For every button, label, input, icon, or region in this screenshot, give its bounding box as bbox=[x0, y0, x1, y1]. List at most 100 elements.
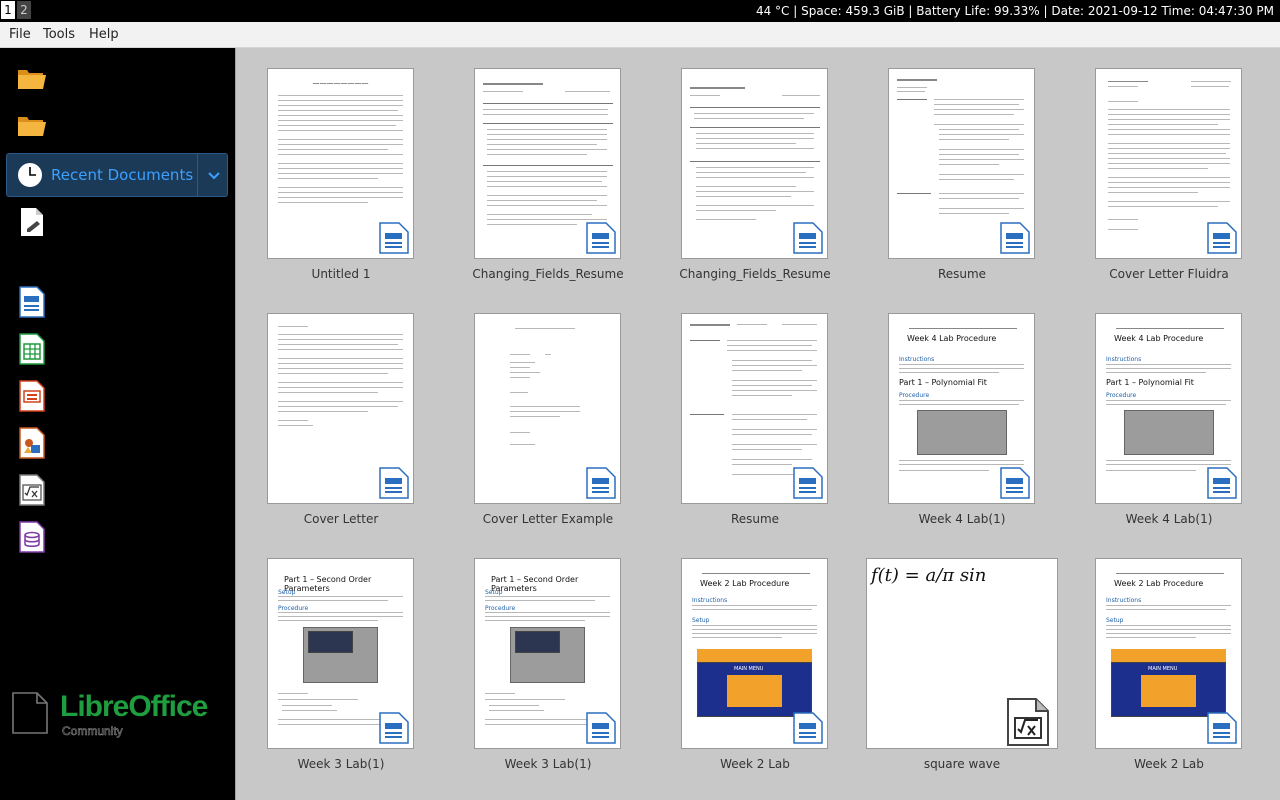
menu-help[interactable]: Help bbox=[89, 26, 119, 44]
document-name: Cover Letter Fluidra bbox=[1109, 267, 1229, 281]
document-name: Changing_Fields_Resume bbox=[472, 267, 624, 281]
base-database-button[interactable] bbox=[8, 515, 56, 559]
recent-document-tile[interactable]: Week 4 Lab Procedure Instructions Part 1… bbox=[1069, 293, 1269, 526]
recent-document-tile[interactable]: Week 2 Lab Procedure Instructions Setup … bbox=[1069, 538, 1269, 771]
document-name: Cover Letter bbox=[303, 512, 379, 526]
recent-document-tile[interactable]: ———————— Untitled 1 bbox=[241, 48, 441, 281]
document-thumbnail bbox=[474, 68, 621, 259]
recent-documents-button[interactable]: Recent Documents bbox=[6, 153, 228, 197]
templates-icon bbox=[21, 208, 43, 236]
logo-wordmark: LibreOffice bbox=[60, 690, 208, 723]
document-name: Untitled 1 bbox=[311, 267, 371, 281]
math-icon bbox=[19, 474, 45, 506]
math-formula-button[interactable] bbox=[8, 468, 56, 512]
system-status-text: 44 °C | Space: 459.3 GiB | Battery Life:… bbox=[755, 4, 1274, 18]
writer-badge-icon bbox=[379, 467, 409, 499]
thumb-heading: Part 1 – Second Order Parameters bbox=[491, 575, 579, 593]
thumb-subheading: Part 1 – Polynomial Fit bbox=[1106, 378, 1194, 387]
thumb-menu-text: MAIN MENU bbox=[1148, 666, 1178, 672]
document-name: Cover Letter Example bbox=[482, 512, 614, 526]
recent-documents-grid: ———————— Untitled 1 Changing_Fields_Resu… bbox=[235, 48, 1280, 800]
recent-document-tile[interactable]: Changing_Fields_Resume bbox=[448, 48, 648, 281]
recent-document-tile[interactable]: Changing_Fields_Resume bbox=[655, 48, 855, 281]
document-name: Week 4 Lab(1) bbox=[918, 512, 1006, 526]
writer-badge-icon bbox=[586, 467, 616, 499]
logo-document-icon bbox=[12, 692, 48, 734]
system-status-bar: 1 2 44 °C | Space: 459.3 GiB | Battery L… bbox=[0, 0, 1280, 22]
writer-badge-icon bbox=[379, 222, 409, 254]
writer-badge-icon bbox=[793, 712, 823, 744]
document-thumbnail: Week 4 Lab Procedure Instructions Part 1… bbox=[888, 313, 1035, 504]
document-name: square wave bbox=[923, 757, 1001, 771]
recent-document-tile[interactable]: Cover Letter Fluidra bbox=[1069, 48, 1269, 281]
document-thumbnail bbox=[1095, 68, 1242, 259]
menu-tools[interactable]: Tools bbox=[43, 26, 75, 44]
document-thumbnail: f(t) = a/π sin bbox=[866, 558, 1058, 749]
workspace-1[interactable]: 1 bbox=[1, 1, 15, 19]
writer-badge-icon bbox=[1000, 222, 1030, 254]
calc-spreadsheet-button[interactable] bbox=[8, 327, 56, 371]
recent-document-tile[interactable]: f(t) = a/π sin square wave bbox=[866, 538, 1066, 771]
document-thumbnail bbox=[681, 68, 828, 259]
recent-document-tile[interactable]: Resume bbox=[655, 293, 855, 526]
writer-badge-icon bbox=[793, 222, 823, 254]
writer-badge-icon bbox=[1207, 222, 1237, 254]
document-name: Resume bbox=[937, 267, 987, 281]
writer-badge-icon bbox=[379, 712, 409, 744]
start-center-sidebar: Recent Documents LibreOffice Community bbox=[0, 48, 235, 800]
math-formula-preview: f(t) = a/π sin bbox=[871, 565, 987, 586]
recent-documents-label: Recent Documents bbox=[51, 166, 194, 184]
recent-document-tile[interactable]: Part 1 – Second Order Parameters Setup P… bbox=[448, 538, 648, 771]
calc-icon bbox=[19, 333, 45, 365]
thumb-heading: Part 1 – Second Order Parameters bbox=[284, 575, 372, 593]
divider bbox=[197, 154, 198, 196]
thumb-heading: Week 4 Lab Procedure bbox=[1114, 334, 1204, 343]
document-name: Week 4 Lab(1) bbox=[1125, 512, 1213, 526]
templates-button[interactable] bbox=[8, 200, 56, 244]
document-thumbnail: Part 1 – Second Order Parameters Setup P… bbox=[267, 558, 414, 749]
document-thumbnail: Week 4 Lab Procedure Instructions Part 1… bbox=[1095, 313, 1242, 504]
document-name: Week 2 Lab bbox=[1134, 757, 1204, 771]
impress-icon bbox=[19, 380, 45, 412]
recent-document-tile[interactable]: Cover Letter bbox=[241, 293, 441, 526]
document-thumbnail bbox=[681, 313, 828, 504]
recent-document-tile[interactable]: Resume bbox=[862, 48, 1062, 281]
thumb-heading: Week 2 Lab Procedure bbox=[1114, 579, 1204, 588]
recent-document-tile[interactable]: Part 1 – Second Order Parameters Setup P… bbox=[241, 538, 441, 771]
writer-badge-icon bbox=[1207, 467, 1237, 499]
recent-document-tile[interactable]: Cover Letter Example bbox=[448, 293, 648, 526]
document-thumbnail bbox=[267, 313, 414, 504]
writer-badge-icon bbox=[1207, 712, 1237, 744]
libreoffice-logo: LibreOffice Community bbox=[10, 688, 225, 738]
writer-badge-icon bbox=[793, 467, 823, 499]
draw-icon bbox=[19, 427, 45, 459]
document-name: Week 3 Lab(1) bbox=[504, 757, 592, 771]
chevron-down-icon[interactable] bbox=[203, 164, 225, 186]
writer-badge-icon bbox=[1000, 467, 1030, 499]
folder-open-icon bbox=[18, 70, 46, 89]
menu-bar: File Tools Help bbox=[0, 22, 1280, 48]
impress-presentation-button[interactable] bbox=[8, 374, 56, 418]
document-thumbnail: Week 2 Lab Procedure Instructions Setup … bbox=[1095, 558, 1242, 749]
document-name: Changing_Fields_Resume bbox=[679, 267, 831, 281]
clock-icon bbox=[18, 163, 42, 187]
remote-files-button[interactable] bbox=[8, 103, 56, 147]
document-thumbnail bbox=[474, 313, 621, 504]
math-badge-icon bbox=[1007, 698, 1049, 746]
base-icon bbox=[19, 521, 45, 553]
document-thumbnail: ———————— bbox=[267, 68, 414, 259]
folder-remote-icon bbox=[18, 117, 46, 136]
recent-document-tile[interactable]: Week 4 Lab Procedure Instructions Part 1… bbox=[862, 293, 1062, 526]
draw-drawing-button[interactable] bbox=[8, 421, 56, 465]
menu-file[interactable]: File bbox=[9, 26, 31, 44]
document-thumbnail bbox=[888, 68, 1035, 259]
thumb-heading: Week 2 Lab Procedure bbox=[700, 579, 790, 588]
document-thumbnail: Part 1 – Second Order Parameters Setup P… bbox=[474, 558, 621, 749]
document-name: Week 3 Lab(1) bbox=[297, 757, 385, 771]
thumb-subheading: Part 1 – Polynomial Fit bbox=[899, 378, 987, 387]
workspace-2[interactable]: 2 bbox=[17, 1, 31, 19]
recent-document-tile[interactable]: Week 2 Lab Procedure Instructions Setup … bbox=[655, 538, 855, 771]
open-file-button[interactable] bbox=[8, 56, 56, 100]
logo-community-text: Community bbox=[62, 724, 123, 739]
writer-document-button[interactable] bbox=[8, 280, 56, 324]
